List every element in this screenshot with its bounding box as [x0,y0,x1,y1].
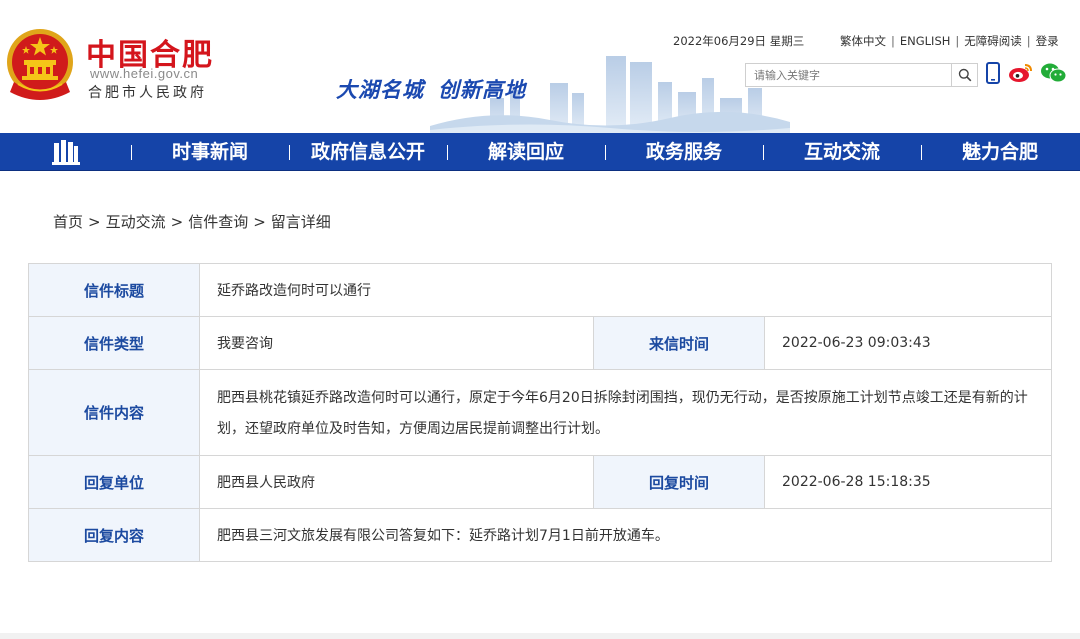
separator: | [955,34,960,48]
top-links: 繁体中文 | ENGLISH | 无障碍阅读 | 登录 [840,33,1059,49]
nav-item-interpretation[interactable]: 解读回应 [454,133,598,171]
nav-item-services[interactable]: 政务服务 [612,133,756,171]
label-letter-content: 信件内容 [28,369,200,456]
breadcrumb-interaction[interactable]: 互动交流 [106,213,166,231]
nav-separator [605,145,606,160]
separator: | [1026,34,1031,48]
mobile-icon[interactable] [986,62,1000,84]
letter-content-value: 肥西县桃花镇延乔路改造何时可以通行，原定于今年6月20日拆除封闭围挡，现仍无行动… [198,369,1053,456]
letter-type-value: 我要咨询 [199,316,594,370]
nav-item-charm[interactable]: 魅力合肥 [928,133,1072,171]
nav-separator [289,145,290,160]
site-subtitle: 合肥市人民政府 [88,85,207,101]
site-header: 中国合肥 www.hefei.gov.cn 合肥市人民政府 大湖名城 创新高地 2… [0,0,1080,133]
breadcrumb-arrow: > [88,213,101,231]
separator: | [891,34,895,48]
search-icon [958,68,971,82]
table-row: 回复单位 肥西县人民政府 回复时间 2022-06-28 15:18:35 [28,455,1053,509]
table-row: 信件标题 延乔路改造何时可以通行 [28,263,1053,317]
nav-item-interaction[interactable]: 互动交流 [770,133,914,171]
slogan-part-1: 大湖名城 [336,77,424,102]
label-letter-time: 来信时间 [593,316,765,370]
main-nav: 时事新闻 政府信息公开 解读回应 政务服务 互动交流 魅力合肥 [0,133,1080,171]
current-date: 2022年06月29日 星期三 [673,34,805,48]
letter-time-value: 2022-06-23 09:03:43 [763,316,1053,370]
breadcrumb-letter-query[interactable]: 信件查询 [188,213,248,231]
search-box [745,63,978,87]
breadcrumb-home[interactable]: 首页 [53,213,83,231]
label-reply-content: 回复内容 [28,508,200,562]
link-english[interactable]: ENGLISH [900,34,951,48]
main-content: 首页 > 互动交流 > 信件查询 > 留言详细 信件标题 延乔路改造何时可以通行 信件类型 … [0,171,1080,633]
nav-item-gov-info[interactable]: 政府信息公开 [296,133,440,171]
nav-separator [447,145,448,160]
letter-title-value: 延乔路改造何时可以通行 [198,263,1053,317]
label-reply-time: 回复时间 [593,455,765,509]
table-row: 回复内容 肥西县三河文旅发展有限公司答复如下：延乔路计划7月1日前开放通车。 [28,508,1053,562]
table-row: 信件类型 我要咨询 来信时间 2022-06-23 09:03:43 [28,316,1053,370]
slogan-part-2: 创新高地 [438,77,526,102]
label-reply-unit: 回复单位 [28,455,200,509]
reply-unit-value: 肥西县人民政府 [199,455,594,509]
breadcrumb-arrow: > [253,213,266,231]
weibo-icon[interactable] [1008,62,1034,84]
label-letter-title: 信件标题 [28,263,200,317]
table-row: 信件内容 肥西县桃花镇延乔路改造何时可以通行，原定于今年6月20日拆除封闭围挡，… [28,369,1053,456]
search-button[interactable] [951,64,977,86]
nav-separator [921,145,922,160]
home-icon[interactable] [52,139,80,165]
link-traditional-chinese[interactable]: 繁体中文 [840,34,886,48]
national-emblem-icon [7,29,73,100]
search-input[interactable] [746,64,951,86]
nav-separator [131,145,132,160]
wechat-icon[interactable] [1040,62,1068,84]
footer-strip [0,633,1080,639]
nav-item-news[interactable]: 时事新闻 [138,133,282,171]
nav-separator [763,145,764,160]
link-login[interactable]: 登录 [1036,34,1059,48]
link-accessibility[interactable]: 无障碍阅读 [964,34,1022,48]
reply-time-value: 2022-06-28 15:18:35 [763,455,1053,509]
label-letter-type: 信件类型 [28,316,200,370]
site-url: www.hefei.gov.cn [90,66,199,81]
reply-content-value: 肥西县三河文旅发展有限公司答复如下：延乔路计划7月1日前开放通车。 [198,508,1053,562]
site-slogan: 大湖名城 创新高地 [336,74,540,104]
letter-detail-table: 信件标题 延乔路改造何时可以通行 信件类型 我要咨询 来信时间 2022-06-… [28,263,1053,562]
breadcrumb-arrow: > [170,213,184,231]
breadcrumb-current: 留言详细 [270,213,331,231]
breadcrumb: 首页 > 互动交流 > 信件查询 > 留言详细 [53,211,331,232]
